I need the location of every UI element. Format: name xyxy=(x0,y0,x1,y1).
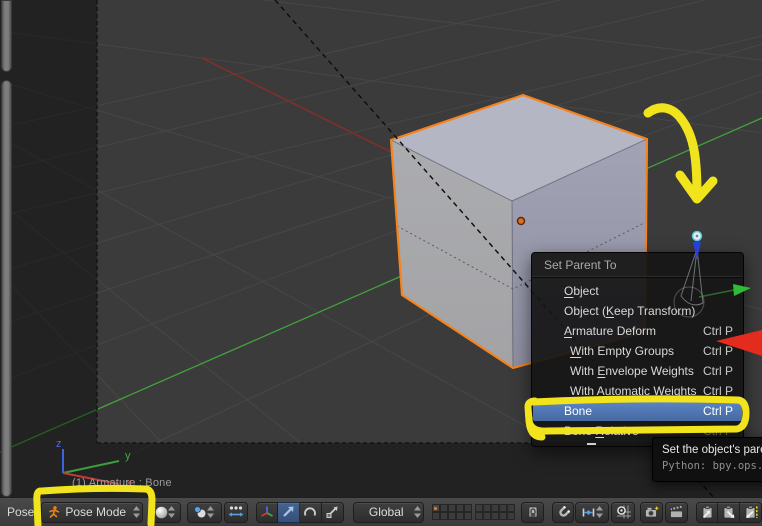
center-points-icon xyxy=(228,506,244,517)
layer-cell[interactable] xyxy=(455,512,464,520)
pose-clipboard-group xyxy=(696,501,762,523)
gizmo-y-label: y xyxy=(125,450,131,462)
updown-arrows-icon xyxy=(413,506,421,518)
rotate-manipulator-button[interactable] xyxy=(299,501,322,523)
layers-grid-2[interactable] xyxy=(474,504,515,520)
updown-arrows-icon xyxy=(207,506,215,518)
lock-icon xyxy=(528,506,538,518)
copy-pose-button[interactable] xyxy=(696,501,718,523)
menu-item[interactable]: With Empty Groups Ctrl P xyxy=(533,341,742,361)
world-x-axis-line xyxy=(201,57,394,154)
snap-increment-icon xyxy=(582,508,595,516)
layer-cell[interactable] xyxy=(490,504,499,512)
layer-cell[interactable] xyxy=(431,512,440,520)
opengl-render-button[interactable] xyxy=(640,501,663,523)
copy-pose-icon xyxy=(702,505,713,519)
menu-item[interactable]: Object xyxy=(533,281,742,301)
viewport-header: Pose Pose Mode Global xyxy=(0,497,762,526)
updown-arrows-icon xyxy=(132,506,140,518)
transform-orientation-dropdown[interactable]: Global xyxy=(352,501,424,523)
layer-cell[interactable] xyxy=(439,504,448,512)
layer-cell[interactable] xyxy=(447,504,456,512)
scale-icon xyxy=(326,506,338,518)
paste-pose-button[interactable] xyxy=(718,501,740,523)
menu-more-indicator xyxy=(587,443,596,445)
manipulator-toggle-button[interactable] xyxy=(255,501,278,523)
pose-menu[interactable]: Pose xyxy=(7,505,34,519)
set-parent-menu: Set Parent To Object Object (Keep Transfo… xyxy=(531,252,744,447)
layer-cell[interactable] xyxy=(474,504,483,512)
layer-cell[interactable] xyxy=(474,512,483,520)
menu-title: Set Parent To xyxy=(544,258,617,272)
layer-cell[interactable] xyxy=(439,512,448,520)
magnet-icon xyxy=(559,505,570,517)
left-scrollbar-lower[interactable] xyxy=(1,80,12,497)
rotate-arc-icon xyxy=(304,507,316,516)
layer-cell[interactable] xyxy=(482,512,491,520)
viewport-info-text: (1) Armature : Bone xyxy=(72,477,172,489)
updown-arrows-icon xyxy=(167,506,175,518)
left-scrollbar-upper[interactable] xyxy=(1,0,12,72)
layer-cell[interactable] xyxy=(463,512,472,520)
layer-cell[interactable] xyxy=(463,504,472,512)
clapperboard-icon xyxy=(669,505,683,518)
layer-cell[interactable] xyxy=(506,504,515,512)
lock-to-scene-toggle[interactable] xyxy=(520,501,545,523)
camera-icon xyxy=(645,506,659,518)
pivot-point-icon xyxy=(194,506,206,518)
pivot-point-dropdown[interactable] xyxy=(187,501,222,523)
layer-cell[interactable] xyxy=(431,504,440,512)
manipulator-button-group xyxy=(255,501,344,523)
mode-dropdown-label: Pose Mode xyxy=(65,505,127,519)
orientation-label: Global xyxy=(368,505,404,519)
paste-pose-icon xyxy=(723,505,734,519)
paste-flipped-pose-icon xyxy=(745,505,758,519)
axis-tripod-icon xyxy=(260,506,273,517)
layer-cell[interactable] xyxy=(482,504,491,512)
mode-dropdown[interactable]: Pose Mode xyxy=(41,501,143,523)
opengl-render-anim-button[interactable] xyxy=(665,501,688,523)
updown-arrows-icon xyxy=(596,506,604,518)
blender-window: z y x (1) Armature : Bone Set Parent To … xyxy=(0,0,762,526)
layers-widget xyxy=(431,504,515,520)
menu-item[interactable]: Bone Ctrl P xyxy=(533,401,742,421)
tooltip-python: Python: bpy.ops.o xyxy=(662,460,762,472)
snap-target-button[interactable] xyxy=(611,501,635,523)
layer-cell[interactable] xyxy=(455,504,464,512)
scale-manipulator-button[interactable] xyxy=(321,501,344,523)
camera-passepartout-left xyxy=(0,0,97,443)
menu-separator xyxy=(532,276,743,278)
snap-toggle-button[interactable] xyxy=(552,501,575,523)
menu-item[interactable]: Armature Deform Ctrl P xyxy=(533,321,742,341)
tooltip-description: Set the object's pare xyxy=(662,444,762,456)
menu-item[interactable]: Object (Keep Transform) xyxy=(533,301,742,321)
translate-manipulator-button[interactable] xyxy=(277,501,300,523)
shading-solid-sphere-icon xyxy=(155,506,168,518)
snap-element-dropdown[interactable] xyxy=(575,501,610,523)
paste-flipped-pose-button[interactable] xyxy=(740,501,762,523)
tooltip: Set the object's pare Python: bpy.ops.o xyxy=(652,437,762,482)
cube-origin-dot xyxy=(516,216,526,226)
layers-grid-1[interactable] xyxy=(431,504,472,520)
layer-cell[interactable] xyxy=(490,512,499,520)
menu-item[interactable]: With Automatic Weights Ctrl P xyxy=(533,381,742,401)
translate-arrow-icon xyxy=(283,506,294,517)
layer-cell[interactable] xyxy=(498,512,507,520)
layer-cell[interactable] xyxy=(506,512,515,520)
layer-cell[interactable] xyxy=(498,504,507,512)
layer-cell[interactable] xyxy=(447,512,456,520)
pose-mode-icon xyxy=(49,506,60,518)
menu-item[interactable]: With Envelope Weights Ctrl P xyxy=(533,361,742,381)
snap-target-icon xyxy=(616,505,631,519)
manipulate-center-points-toggle[interactable] xyxy=(223,501,248,523)
gizmo-z-label: z xyxy=(56,438,62,450)
viewport-shading-dropdown[interactable] xyxy=(148,501,182,523)
